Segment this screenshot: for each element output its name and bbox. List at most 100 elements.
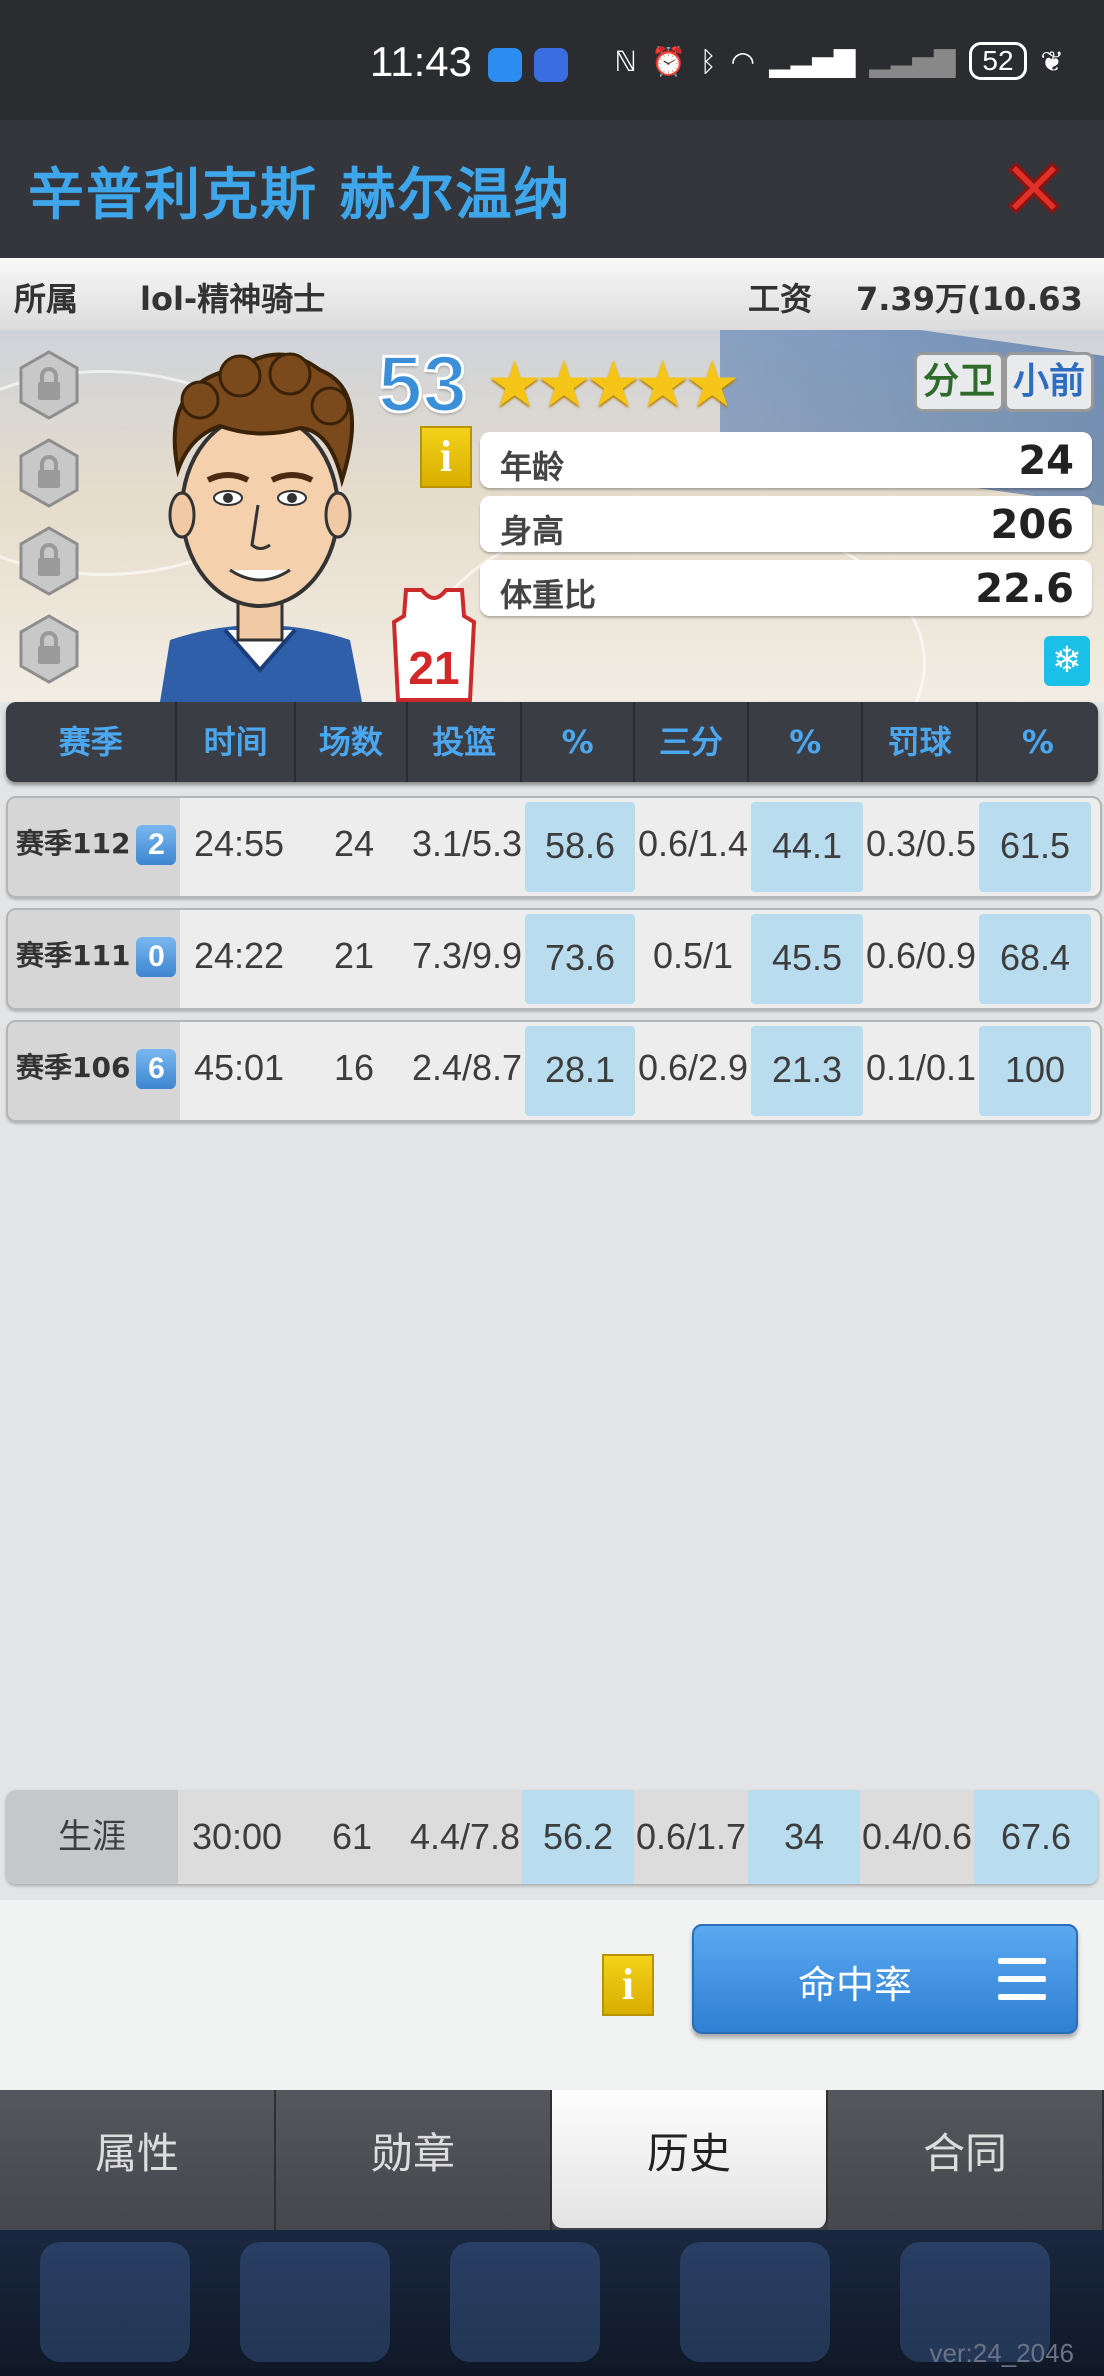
status-icons: ℕ ⏰ ᛒ ◠ ▂▃▅▇ ▂▃▅▇ 52 ❦ (615, 42, 1064, 80)
close-icon[interactable] (1000, 154, 1068, 222)
sort-by-button[interactable]: 命中率 (692, 1924, 1078, 2034)
three-pct-cell: 44.1 (751, 802, 863, 892)
three-cell: 0.6/1.4 (637, 823, 749, 864)
column-header[interactable]: 场数 (296, 702, 409, 782)
alarm-icon: ⏰ (650, 44, 686, 78)
bottom-tab-bar: 属性 勋章 历史 合同 (0, 2090, 1104, 2230)
fg-pct-cell: 56.2 (522, 1790, 634, 1884)
three-pct-cell: 34 (748, 1790, 860, 1884)
three-cell: 0.6/2.9 (637, 1047, 749, 1088)
sort-button-label: 命中率 (798, 1963, 913, 2007)
season-badge: 0 (136, 937, 177, 977)
time-cell: 24:55 (193, 823, 285, 864)
fg-pct-cell: 28.1 (525, 1026, 635, 1116)
season-badge: 6 (136, 1049, 177, 1089)
attribute-value: 206 (990, 502, 1075, 548)
attribute-row: 身高 206 (480, 496, 1092, 552)
table-row[interactable]: 赛季111 0 24:22 21 7.3/9.9 73.6 0.5/1 45.5 … (6, 908, 1102, 1010)
column-header[interactable]: % (522, 702, 635, 782)
table-row[interactable]: 赛季112 2 24:55 24 3.1/5.3 58.6 0.6/1.4 44.… (6, 796, 1102, 898)
locked-slot-icon[interactable] (18, 526, 80, 596)
games-cell: 61 (331, 1816, 373, 1857)
three-cell: 0.6/1.7 (635, 1816, 747, 1857)
fg-cell: 7.3/9.9 (411, 935, 523, 976)
attribute-row: 体重比 22.6 (480, 560, 1092, 616)
three-pct-cell: 21.3 (751, 1026, 863, 1116)
tab-attributes[interactable]: 属性 (0, 2090, 276, 2230)
games-cell: 21 (333, 935, 375, 976)
bluetooth-icon: ᛒ (699, 44, 717, 78)
career-label: 生涯 (6, 1790, 178, 1884)
nav-ghost-icon (40, 2242, 190, 2362)
column-header[interactable]: 投篮 (408, 702, 523, 782)
column-header[interactable]: 时间 (177, 702, 296, 782)
player-panel: 21 53 ★★★★★ 分卫 小前 i 年龄 24 身高 206 体重比 22.… (0, 330, 1104, 702)
team-value: lol-精神骑士 (140, 280, 326, 318)
position-tag-primary: 分卫 (914, 352, 1005, 412)
three-pct-cell: 45.5 (751, 914, 863, 1004)
info-icon[interactable]: i (602, 1954, 654, 2016)
time-cell: 30:00 (191, 1816, 283, 1857)
team-label: 所属 (14, 280, 79, 318)
star-rating: ★★★★★ (486, 348, 741, 422)
attribute-value: 22.6 (975, 566, 1074, 612)
title-bar: 辛普利克斯 赫尔温纳 (0, 120, 1104, 258)
ft-pct-cell: 67.6 (974, 1790, 1098, 1884)
snowflake-icon[interactable]: ❄ (1044, 636, 1090, 686)
overall-rating: 53 (377, 338, 469, 430)
position-tag-secondary: 小前 (1004, 352, 1095, 412)
nfc-icon: ℕ (614, 44, 637, 78)
season-cell: 赛季111 0 (8, 910, 180, 1008)
fg-cell: 3.1/5.3 (411, 823, 523, 864)
jersey-icon: 21 (392, 588, 476, 702)
battery-indicator: 52 (969, 42, 1027, 80)
locked-slot-icon[interactable] (18, 350, 80, 420)
column-header[interactable]: 赛季 (6, 702, 178, 782)
ft-pct-cell: 68.4 (979, 914, 1091, 1004)
tab-contract[interactable]: 合同 (828, 2090, 1104, 2230)
status-bar: 11:43 ℕ ⏰ ᛒ ◠ ▂▃▅▇ ▂▃▅▇ 52 ❦ (0, 0, 1104, 120)
nav-ghost-icon (450, 2242, 600, 2362)
attribute-label: 年龄 (500, 448, 565, 486)
game-nav-background: ver:24_2046 (0, 2230, 1104, 2376)
column-header[interactable]: 三分 (635, 702, 750, 782)
career-row: 生涯 30:00 61 4.4/7.8 56.2 0.6/1.7 34 0.4/… (6, 1790, 1098, 1884)
nav-ghost-icon (240, 2242, 390, 2362)
team-salary-row: 所属 lol-精神骑士 工资 7.39万(10.63万) (0, 258, 1104, 364)
time-cell: 45:01 (193, 1047, 285, 1088)
status-time: 11:43 (370, 38, 472, 85)
signal-icon: ▂▃▅▇ (769, 44, 856, 78)
column-header[interactable]: 罚球 (863, 702, 978, 782)
three-cell: 0.5/1 (652, 935, 734, 976)
season-badge: 2 (136, 825, 177, 865)
fg-pct-cell: 73.6 (525, 914, 635, 1004)
app-notification-icon (534, 48, 568, 82)
jersey-number: 21 (408, 642, 459, 694)
fg-cell: 4.4/7.8 (409, 1816, 521, 1857)
games-cell: 16 (333, 1047, 375, 1088)
info-icon[interactable]: i (420, 426, 472, 488)
table-row[interactable]: 赛季106 6 45:01 16 2.4/8.7 28.1 0.6/2.9 21.… (6, 1020, 1102, 1122)
ft-pct-cell: 100 (979, 1026, 1091, 1116)
column-header[interactable]: % (978, 702, 1098, 782)
ft-cell: 0.6/0.9 (865, 935, 977, 976)
attribute-label: 体重比 (500, 576, 597, 614)
stats-table-header: 赛季 时间 场数 投篮 % 三分 % 罚球 % (6, 702, 1098, 782)
season-label: 赛季106 (16, 1051, 131, 1084)
signal-2-icon: ▂▃▅▇ (869, 44, 956, 78)
salary-label: 工资 (748, 280, 813, 318)
message-app-icon (488, 48, 522, 82)
leaf-icon: ❦ (1040, 44, 1064, 78)
locked-slot-icon[interactable] (18, 438, 80, 508)
tab-history[interactable]: 历史 (552, 2090, 828, 2228)
player-name-title: 辛普利克斯 赫尔温纳 (28, 163, 572, 228)
fg-pct-cell: 58.6 (525, 802, 635, 892)
tab-badges[interactable]: 勋章 (276, 2090, 552, 2230)
season-cell: 赛季106 6 (8, 1022, 180, 1120)
locked-slot-icon[interactable] (18, 614, 80, 684)
nav-ghost-icon (680, 2242, 830, 2362)
column-header[interactable]: % (749, 702, 864, 782)
version-label: ver:24_2046 (929, 2338, 1074, 2368)
menu-icon (998, 1958, 1046, 2000)
ft-cell: 0.3/0.5 (865, 823, 977, 864)
